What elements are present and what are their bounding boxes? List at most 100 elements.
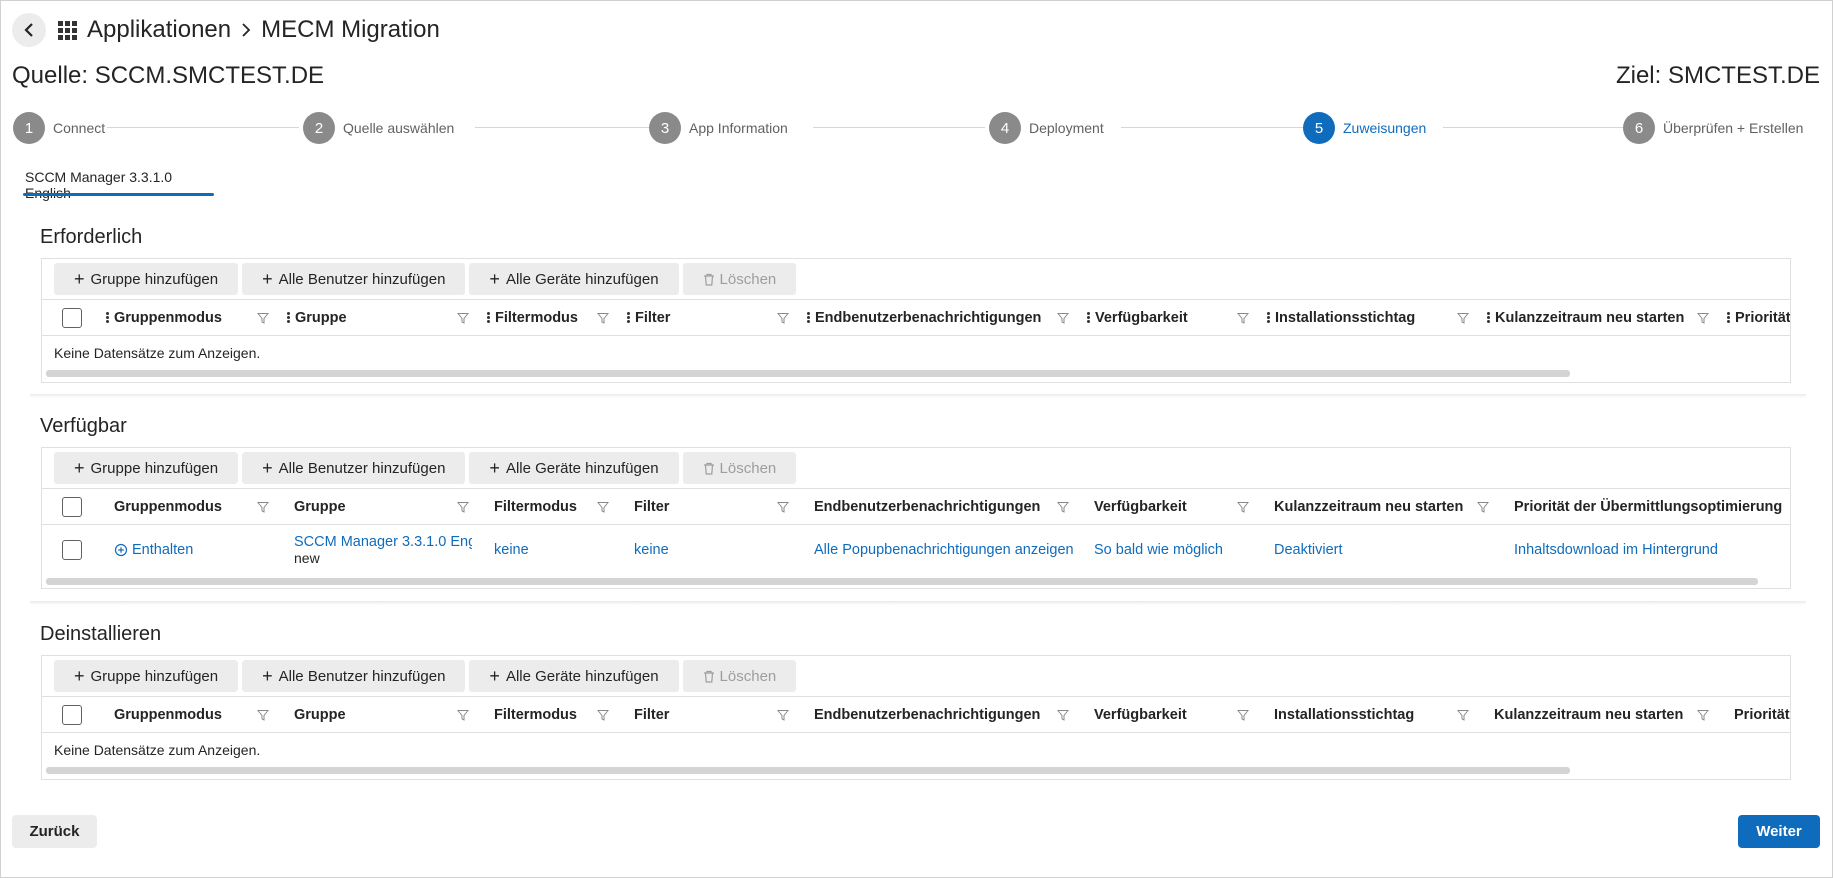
select-all-checkbox[interactable]: [62, 307, 82, 328]
row-checkbox[interactable]: [62, 540, 82, 560]
filter-icon[interactable]: [257, 312, 269, 324]
column-header[interactable]: Installationsstichtag: [1274, 697, 1414, 732]
filter-icon[interactable]: [457, 501, 469, 513]
table-row[interactable]: Enthalten SCCM Manager 3.3.1.0 English n…: [42, 526, 1790, 574]
filter-icon[interactable]: [457, 709, 469, 721]
add-group-button[interactable]: + Gruppe hinzufügen: [54, 660, 239, 692]
filter-icon[interactable]: [1057, 312, 1069, 324]
drag-handle-icon[interactable]: [807, 311, 810, 324]
add-all-devices-button[interactable]: + Alle Geräte hinzufügen: [469, 452, 679, 484]
column-header[interactable]: Endbenutzerbenachrichtigungen: [807, 300, 1041, 335]
column-header[interactable]: Kulanzzeitraum neu starten: [1494, 697, 1683, 732]
horizontal-scrollbar[interactable]: [46, 578, 1758, 585]
column-header[interactable]: Filter: [634, 697, 669, 732]
select-all-checkbox[interactable]: [62, 496, 82, 517]
column-header[interactable]: Priorität der Übermittlungsoptimierung: [1514, 489, 1782, 524]
column-header[interactable]: Installationsstichtag: [1267, 300, 1415, 335]
filter-icon[interactable]: [1237, 312, 1249, 324]
filter-icon[interactable]: [1457, 312, 1469, 324]
column-header[interactable]: Filtermodus: [487, 300, 578, 335]
delivery-priority-cell[interactable]: Inhaltsdownload im Hintergrund: [1514, 526, 1718, 574]
tab-app[interactable]: SCCM Manager 3.3.1.0 English: [23, 166, 214, 201]
drag-handle-icon[interactable]: [627, 311, 630, 324]
column-header[interactable]: Gruppenmodus: [106, 300, 222, 335]
column-header[interactable]: Gruppe: [287, 300, 347, 335]
drag-handle-icon[interactable]: [1087, 311, 1090, 324]
group-mode-cell[interactable]: Enthalten: [114, 526, 193, 574]
apps-grid-icon[interactable]: [58, 20, 77, 40]
column-header[interactable]: Verfügbarkeit: [1094, 489, 1187, 524]
back-button[interactable]: [12, 13, 46, 47]
column-header[interactable]: Priorität: [1734, 697, 1790, 732]
plus-icon: +: [489, 269, 500, 289]
drag-handle-icon[interactable]: [287, 311, 290, 324]
back-wizard-button[interactable]: Zurück: [12, 815, 97, 848]
add-all-users-button[interactable]: + Alle Benutzer hinzufügen: [242, 263, 466, 295]
delete-button[interactable]: Löschen: [682, 263, 797, 295]
column-header[interactable]: Gruppe: [294, 489, 346, 524]
column-header[interactable]: Verfügbarkeit: [1094, 697, 1187, 732]
column-header[interactable]: Verfügbarkeit: [1087, 300, 1188, 335]
filter-icon[interactable]: [777, 709, 789, 721]
column-header[interactable]: Filtermodus: [494, 697, 577, 732]
availability-cell[interactable]: So bald wie möglich: [1094, 526, 1223, 574]
step-assignments[interactable]: 5 Zuweisungen: [1303, 112, 1426, 144]
filter-icon[interactable]: [1057, 709, 1069, 721]
add-group-button[interactable]: + Gruppe hinzufügen: [54, 263, 239, 295]
add-all-users-button[interactable]: + Alle Benutzer hinzufügen: [242, 452, 466, 484]
column-header[interactable]: Gruppenmodus: [114, 697, 222, 732]
delete-button[interactable]: Löschen: [682, 660, 797, 692]
step-deployment[interactable]: 4 Deployment: [989, 112, 1104, 144]
restart-grace-cell[interactable]: Deaktiviert: [1274, 526, 1343, 574]
add-all-devices-button[interactable]: + Alle Geräte hinzufügen: [469, 263, 679, 295]
filter-icon[interactable]: [1697, 312, 1709, 324]
column-header[interactable]: Endbenutzerbenachrichtigungen: [814, 697, 1040, 732]
filter-icon[interactable]: [597, 501, 609, 513]
step-connect[interactable]: 1 Connect: [13, 112, 105, 144]
filter-icon[interactable]: [1237, 709, 1249, 721]
filter-icon[interactable]: [1457, 709, 1469, 721]
group-cell[interactable]: SCCM Manager 3.3.1.0 English new: [294, 526, 472, 574]
filter-icon[interactable]: [597, 312, 609, 324]
select-all-checkbox[interactable]: [62, 704, 82, 725]
filter-icon[interactable]: [257, 709, 269, 721]
column-header[interactable]: Filter: [634, 489, 669, 524]
column-header[interactable]: Kulanzzeitraum neu starten: [1487, 300, 1684, 335]
drag-handle-icon[interactable]: [1267, 311, 1270, 324]
step-source[interactable]: 2 Quelle auswählen: [303, 112, 454, 144]
filter-cell[interactable]: keine: [634, 526, 669, 574]
filter-icon[interactable]: [1057, 501, 1069, 513]
step-review-create[interactable]: 6 Überprüfen + Erstellen: [1623, 112, 1803, 144]
group-link[interactable]: SCCM Manager 3.3.1.0 English: [294, 534, 472, 550]
column-header[interactable]: Endbenutzerbenachrichtigungen: [814, 489, 1040, 524]
add-group-button[interactable]: + Gruppe hinzufügen: [54, 452, 239, 484]
drag-handle-icon[interactable]: [106, 311, 109, 324]
drag-handle-icon[interactable]: [1727, 311, 1730, 324]
add-all-devices-button[interactable]: + Alle Geräte hinzufügen: [469, 660, 679, 692]
notifications-cell[interactable]: Alle Popupbenachrichtigungen anzeigen: [814, 526, 1074, 574]
column-header[interactable]: Gruppenmodus: [114, 489, 222, 524]
filter-icon[interactable]: [1237, 501, 1249, 513]
filter-icon[interactable]: [777, 312, 789, 324]
delete-button[interactable]: Löschen: [682, 452, 797, 484]
filter-icon[interactable]: [257, 501, 269, 513]
filter-icon[interactable]: [777, 501, 789, 513]
step-app-information[interactable]: 3 App Information: [649, 112, 788, 144]
column-header[interactable]: Gruppe: [294, 697, 346, 732]
drag-handle-icon[interactable]: [1487, 311, 1490, 324]
column-header[interactable]: Filter: [627, 300, 670, 335]
breadcrumb-root-link[interactable]: Applikationen: [87, 16, 231, 44]
column-header[interactable]: Filtermodus: [494, 489, 577, 524]
drag-handle-icon[interactable]: [487, 311, 490, 324]
filter-icon[interactable]: [597, 709, 609, 721]
horizontal-scrollbar[interactable]: [46, 767, 1570, 774]
add-all-users-button[interactable]: + Alle Benutzer hinzufügen: [242, 660, 466, 692]
filter-icon[interactable]: [1477, 501, 1489, 513]
filter-icon[interactable]: [1697, 709, 1709, 721]
filter-mode-cell[interactable]: keine: [494, 526, 529, 574]
horizontal-scrollbar[interactable]: [46, 370, 1570, 377]
filter-icon[interactable]: [457, 312, 469, 324]
column-header[interactable]: Kulanzzeitraum neu starten: [1274, 489, 1463, 524]
column-header[interactable]: Priorität: [1727, 300, 1790, 335]
next-button[interactable]: Weiter: [1738, 815, 1820, 848]
